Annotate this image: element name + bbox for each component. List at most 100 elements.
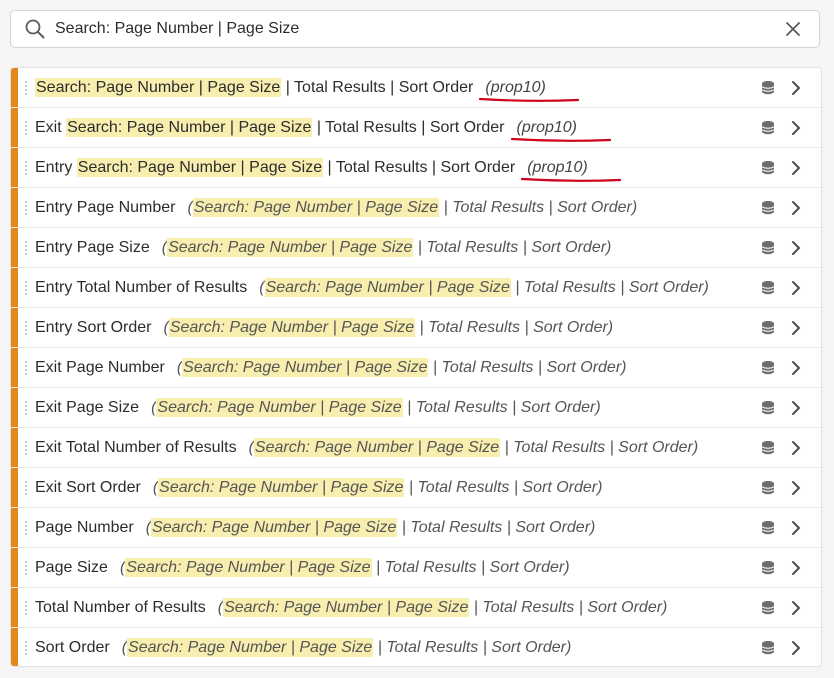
text-segment: | Total Results | Sort Order) [510, 279, 709, 296]
search-bar[interactable]: Search: Page Number | Page Size [10, 10, 820, 48]
chevron-right-icon[interactable] [789, 80, 803, 96]
list-item[interactable]: Exit Page Size (Search: Page Number | Pag… [11, 388, 821, 428]
list-item[interactable]: Exit Sort Order (Search: Page Number | Pa… [11, 468, 821, 508]
list-item[interactable]: Entry Search: Page Number | Page Size | … [11, 148, 821, 188]
drag-handle-icon[interactable] [25, 201, 28, 215]
text-segment: | Total Results | Sort Order) [371, 559, 570, 576]
database-icon [761, 240, 775, 256]
dimension-color-bar [11, 268, 18, 307]
dimension-color-bar [11, 68, 18, 107]
search-match-highlight: Search: Page Number | Page Size [156, 398, 403, 417]
database-icon [761, 160, 775, 176]
drag-handle-icon[interactable] [25, 441, 28, 455]
text-segment: | Total Results | Sort Order) [415, 319, 614, 336]
item-label: Entry Page Size (Search: Page Number | Pa… [35, 228, 611, 268]
dimension-color-bar [11, 428, 18, 467]
item-label: Total Number of Results (Search: Page Num… [35, 588, 667, 628]
item-name: Entry Page Size [35, 239, 150, 257]
drag-handle-icon[interactable] [25, 241, 28, 255]
dimension-color-bar [11, 188, 18, 227]
chevron-right-icon[interactable] [789, 440, 803, 456]
dimension-color-bar [11, 348, 18, 387]
text-segment: Page Number [35, 519, 134, 536]
dimension-color-bar [11, 388, 18, 427]
list-item[interactable]: Exit Total Number of Results (Search: Pag… [11, 428, 821, 468]
list-item[interactable]: Entry Sort Order (Search: Page Number | P… [11, 308, 821, 348]
drag-handle-icon[interactable] [25, 561, 28, 575]
chevron-right-icon[interactable] [789, 600, 803, 616]
prop-id-text: (prop10) [527, 159, 588, 176]
item-label: Exit Total Number of Results (Search: Pag… [35, 428, 698, 468]
item-description: (Search: Page Number | Page Size | Total… [120, 558, 570, 577]
item-description: (Search: Page Number | Page Size | Total… [122, 638, 571, 657]
chevron-right-icon[interactable] [789, 560, 803, 576]
drag-handle-icon[interactable] [25, 321, 28, 335]
annotation-underline [479, 97, 579, 103]
item-name: Entry Total Number of Results [35, 279, 247, 297]
search-input[interactable]: Search: Page Number | Page Size [55, 20, 781, 38]
item-description: (Search: Page Number | Page Size | Total… [153, 478, 602, 497]
item-label: Exit Page Size (Search: Page Number | Pag… [35, 388, 601, 428]
text-segment: | Total Results | Sort Order [281, 79, 474, 96]
drag-handle-icon[interactable] [25, 81, 28, 95]
chevron-right-icon[interactable] [789, 200, 803, 216]
list-item[interactable]: Entry Page Size (Search: Page Number | Pa… [11, 228, 821, 268]
prop-id-text: (prop10) [485, 79, 546, 96]
item-label: Exit Sort Order (Search: Page Number | Pa… [35, 468, 602, 508]
close-icon[interactable] [781, 17, 805, 41]
dimension-color-bar [11, 228, 18, 267]
item-description: (Search: Page Number | Page Size | Total… [259, 278, 709, 297]
item-label: Entry Page Number (Search: Page Number | … [35, 188, 637, 228]
list-item[interactable]: Entry Total Number of Results (Search: Pa… [11, 268, 821, 308]
dimension-color-bar [11, 468, 18, 507]
chevron-right-icon[interactable] [789, 480, 803, 496]
list-item[interactable]: Exit Page Number (Search: Page Number | P… [11, 348, 821, 388]
drag-handle-icon[interactable] [25, 641, 28, 655]
list-item[interactable]: Exit Search: Page Number | Page Size | T… [11, 108, 821, 148]
item-label: Search: Page Number | Page Size | Total … [35, 68, 546, 108]
database-icon [761, 320, 775, 336]
search-match-highlight: Search: Page Number | Page Size [66, 118, 313, 137]
chevron-right-icon[interactable] [789, 120, 803, 136]
item-description: (Search: Page Number | Page Size | Total… [188, 198, 637, 217]
drag-handle-icon[interactable] [25, 281, 28, 295]
item-label: Sort Order (Search: Page Number | Page Si… [35, 628, 571, 666]
item-label: Page Number (Search: Page Number | Page S… [35, 508, 595, 548]
chevron-right-icon[interactable] [789, 320, 803, 336]
drag-handle-icon[interactable] [25, 161, 28, 175]
drag-handle-icon[interactable] [25, 121, 28, 135]
drag-handle-icon[interactable] [25, 521, 28, 535]
item-description: (Search: Page Number | Page Size | Total… [218, 598, 667, 617]
chevron-right-icon[interactable] [789, 520, 803, 536]
database-icon [761, 360, 775, 376]
chevron-right-icon[interactable] [789, 280, 803, 296]
drag-handle-icon[interactable] [25, 401, 28, 415]
list-item[interactable]: Search: Page Number | Page Size | Total … [11, 68, 821, 108]
list-item[interactable]: Page Size (Search: Page Number | Page Siz… [11, 548, 821, 588]
list-item[interactable]: Page Number (Search: Page Number | Page S… [11, 508, 821, 548]
chevron-right-icon[interactable] [789, 360, 803, 376]
item-description: (Search: Page Number | Page Size | Total… [146, 518, 596, 537]
text-segment: | Total Results | Sort Order [323, 159, 516, 176]
dimension-color-bar [11, 588, 18, 627]
item-name: Entry Search: Page Number | Page Size | … [35, 158, 516, 177]
chevron-right-icon[interactable] [789, 240, 803, 256]
drag-handle-icon[interactable] [25, 481, 28, 495]
database-icon [761, 480, 775, 496]
search-icon [23, 17, 47, 41]
list-item[interactable]: Sort Order (Search: Page Number | Page Si… [11, 628, 821, 666]
chevron-right-icon[interactable] [789, 160, 803, 176]
annotation-underline [521, 177, 621, 183]
item-label: Entry Sort Order (Search: Page Number | P… [35, 308, 613, 348]
text-segment: Entry Sort Order [35, 319, 152, 336]
drag-handle-icon[interactable] [25, 361, 28, 375]
text-segment: | Total Results | Sort Order) [397, 519, 596, 536]
item-name: Entry Sort Order [35, 319, 151, 337]
chevron-right-icon[interactable] [789, 400, 803, 416]
chevron-right-icon[interactable] [789, 640, 803, 656]
list-item[interactable]: Entry Page Number (Search: Page Number | … [11, 188, 821, 228]
drag-handle-icon[interactable] [25, 601, 28, 615]
list-item[interactable]: Total Number of Results (Search: Page Num… [11, 588, 821, 628]
item-name: Page Size [35, 559, 108, 577]
item-name: Total Number of Results [35, 599, 206, 617]
